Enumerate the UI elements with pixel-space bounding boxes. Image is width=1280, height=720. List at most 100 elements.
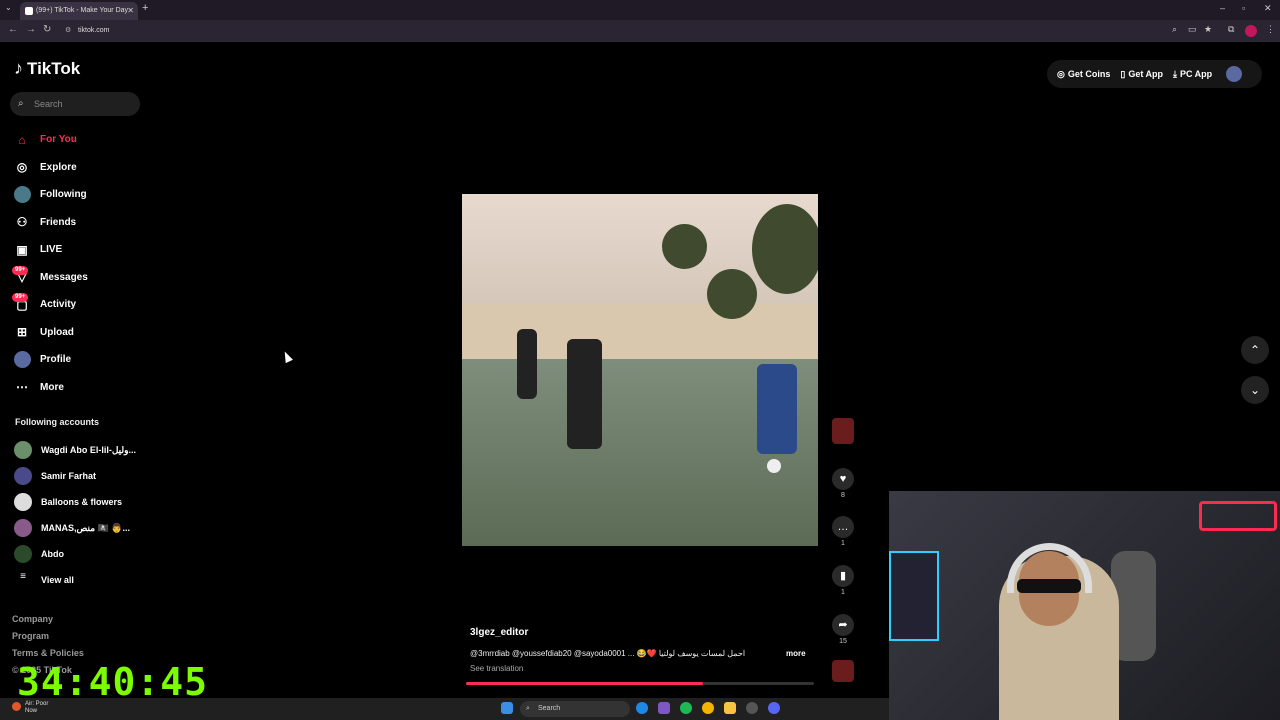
account-avatar	[14, 441, 32, 459]
reload-icon[interactable]: ↻	[43, 24, 51, 35]
share-count: 15	[839, 638, 847, 645]
previous-video-button[interactable]: ⌃	[1241, 336, 1269, 364]
sidebar-item-following[interactable]: Following	[12, 181, 162, 209]
get-app-button[interactable]: ▯ Get App	[1120, 69, 1163, 80]
comment-button[interactable]: … 1	[830, 516, 856, 547]
sidebar-item-label: Upload	[40, 326, 74, 338]
sidebar-item-activity[interactable]: ▢ 99+ Activity	[12, 291, 162, 319]
following-account[interactable]: Samir Farhat	[14, 463, 164, 489]
sidebar-item-live[interactable]: ▣ LIVE	[12, 236, 162, 264]
see-translation-link[interactable]: See translation	[470, 664, 523, 673]
save-button[interactable]: ▮ 1	[830, 565, 856, 596]
tab-strip: ⌄ (99+) TikTok - Make Your Day ✕ + – ▫ ✕	[0, 0, 1280, 20]
address-bar-row: ← → ↻ ⚙ tiktok.com	[0, 20, 1280, 42]
edge-icon[interactable]	[636, 702, 648, 714]
share-button[interactable]: ➦ 15	[830, 614, 856, 645]
new-tab-icon[interactable]: +	[142, 2, 148, 14]
activity-badge: 99+	[12, 293, 29, 302]
browser-tab[interactable]: (99+) TikTok - Make Your Day ✕	[20, 2, 138, 20]
tab-close-icon[interactable]: ✕	[127, 2, 134, 20]
tiktok-logo[interactable]: ♪ TikTok	[14, 58, 80, 79]
following-account[interactable]: MANAS,منص 🏴‍☠️ 👨...	[14, 515, 164, 541]
sidebar-item-more[interactable]: ⋯ More	[12, 374, 162, 402]
back-icon[interactable]: ←	[8, 24, 18, 35]
tab-list-icon[interactable]: ⌄	[5, 3, 12, 12]
windows-start-icon[interactable]	[501, 702, 513, 714]
following-account[interactable]: Wagdi Abo El-lil-وليل...	[14, 437, 164, 463]
save-count: 1	[841, 589, 845, 596]
caption-more-button[interactable]: more	[786, 649, 806, 658]
sidebar-item-messages[interactable]: ▽ 99+ Messages	[12, 264, 162, 292]
sidebar-item-upload[interactable]: ⊞ Upload	[12, 319, 162, 347]
footer-link-program[interactable]: Program	[12, 631, 84, 648]
chrome-icon[interactable]	[702, 702, 714, 714]
taskbar-search-label: Search	[538, 705, 561, 712]
messages-badge: 99+	[12, 265, 29, 275]
download-icon: ⤓	[1173, 68, 1177, 79]
bookmark-icon: ▮	[832, 565, 854, 587]
webcam-overlay	[889, 491, 1280, 720]
get-coins-button[interactable]: ◎ Get Coins	[1057, 69, 1110, 80]
search-input[interactable]: ⌕ Search	[10, 92, 140, 116]
url-bar[interactable]: ⚙ tiktok.com	[60, 23, 1190, 39]
search-icon: ⌕	[526, 705, 530, 712]
sidebar-item-explore[interactable]: ◎ Explore	[12, 154, 162, 182]
following-accounts-title: Following accounts	[15, 417, 100, 427]
taskbar-search[interactable]: ⌕ Search	[520, 701, 630, 717]
zoom-icon[interactable]: ⌕	[1172, 24, 1177, 35]
pc-app-button[interactable]: ⤓ PC App	[1173, 69, 1212, 80]
account-avatar	[14, 493, 32, 511]
view-all-button[interactable]: ≡ View all	[14, 567, 164, 593]
phone-icon: ▯	[1120, 68, 1126, 79]
video-player-figure	[567, 339, 602, 449]
sidebar-item-for-you[interactable]: ⌂ For You	[12, 126, 162, 154]
bookmark-star-icon[interactable]: ★	[1204, 24, 1212, 35]
coin-icon: ◎	[1057, 68, 1065, 79]
weather-widget[interactable]: Air: Poor Now	[12, 701, 48, 715]
account-avatar	[14, 545, 32, 563]
video-player-figure	[517, 329, 537, 399]
music-disc-icon	[832, 660, 854, 682]
following-account[interactable]: Balloons & flowers	[14, 489, 164, 515]
browser-menu-icon[interactable]: ⋮	[1266, 24, 1275, 35]
user-avatar[interactable]	[1226, 66, 1243, 82]
spotify-icon[interactable]	[680, 702, 692, 714]
settings-icon[interactable]	[746, 702, 758, 714]
following-accounts-list: Wagdi Abo El-lil-وليل... Samir Farhat Ba…	[14, 437, 164, 593]
video-player[interactable]	[462, 194, 818, 546]
tab-title: (99+) TikTok - Make Your Day	[36, 7, 129, 14]
like-button[interactable]: ♥ 8	[830, 468, 856, 499]
minimize-icon[interactable]: –	[1220, 3, 1225, 13]
webcam-headset	[1007, 543, 1092, 593]
forward-icon[interactable]: →	[26, 24, 36, 35]
creator-avatar[interactable]	[830, 418, 856, 444]
browser-profile-avatar[interactable]	[1245, 25, 1257, 37]
sidebar-item-label: Activity	[40, 299, 77, 311]
sidebar-item-friends[interactable]: ⚇ Friends	[12, 209, 162, 237]
site-info-icon[interactable]: ⚙	[65, 23, 71, 39]
copilot-icon[interactable]	[658, 702, 670, 714]
extensions-icon[interactable]: ⧉	[1228, 24, 1234, 35]
webcam-neon-light	[1199, 501, 1277, 531]
maximize-icon[interactable]: ▫	[1242, 3, 1245, 13]
creator-badge-icon	[832, 418, 854, 444]
close-window-icon[interactable]: ✕	[1264, 3, 1272, 14]
file-explorer-icon[interactable]	[724, 702, 736, 714]
sidebar-item-label: Messages	[40, 271, 88, 283]
comment-count: 1	[841, 540, 845, 547]
sidebar-item-label: For You	[40, 134, 77, 146]
install-icon[interactable]: ▭	[1188, 24, 1197, 35]
footer-link-company[interactable]: Company	[12, 614, 84, 631]
logo-text: TikTok	[27, 58, 81, 78]
tiktok-favicon-icon	[25, 7, 33, 15]
sidebar-item-label: Following	[40, 189, 87, 201]
video-author[interactable]: 3lgez_editor	[470, 627, 528, 638]
following-account[interactable]: Abdo	[14, 541, 164, 567]
sidebar-item-profile[interactable]: Profile	[12, 346, 162, 374]
discord-icon[interactable]	[768, 702, 780, 714]
music-disc[interactable]	[830, 660, 856, 682]
next-video-button[interactable]: ⌄	[1241, 376, 1269, 404]
mouse-cursor	[281, 349, 293, 364]
pc-app-label: PC App	[1179, 69, 1213, 79]
video-progress-bar[interactable]	[466, 682, 814, 685]
